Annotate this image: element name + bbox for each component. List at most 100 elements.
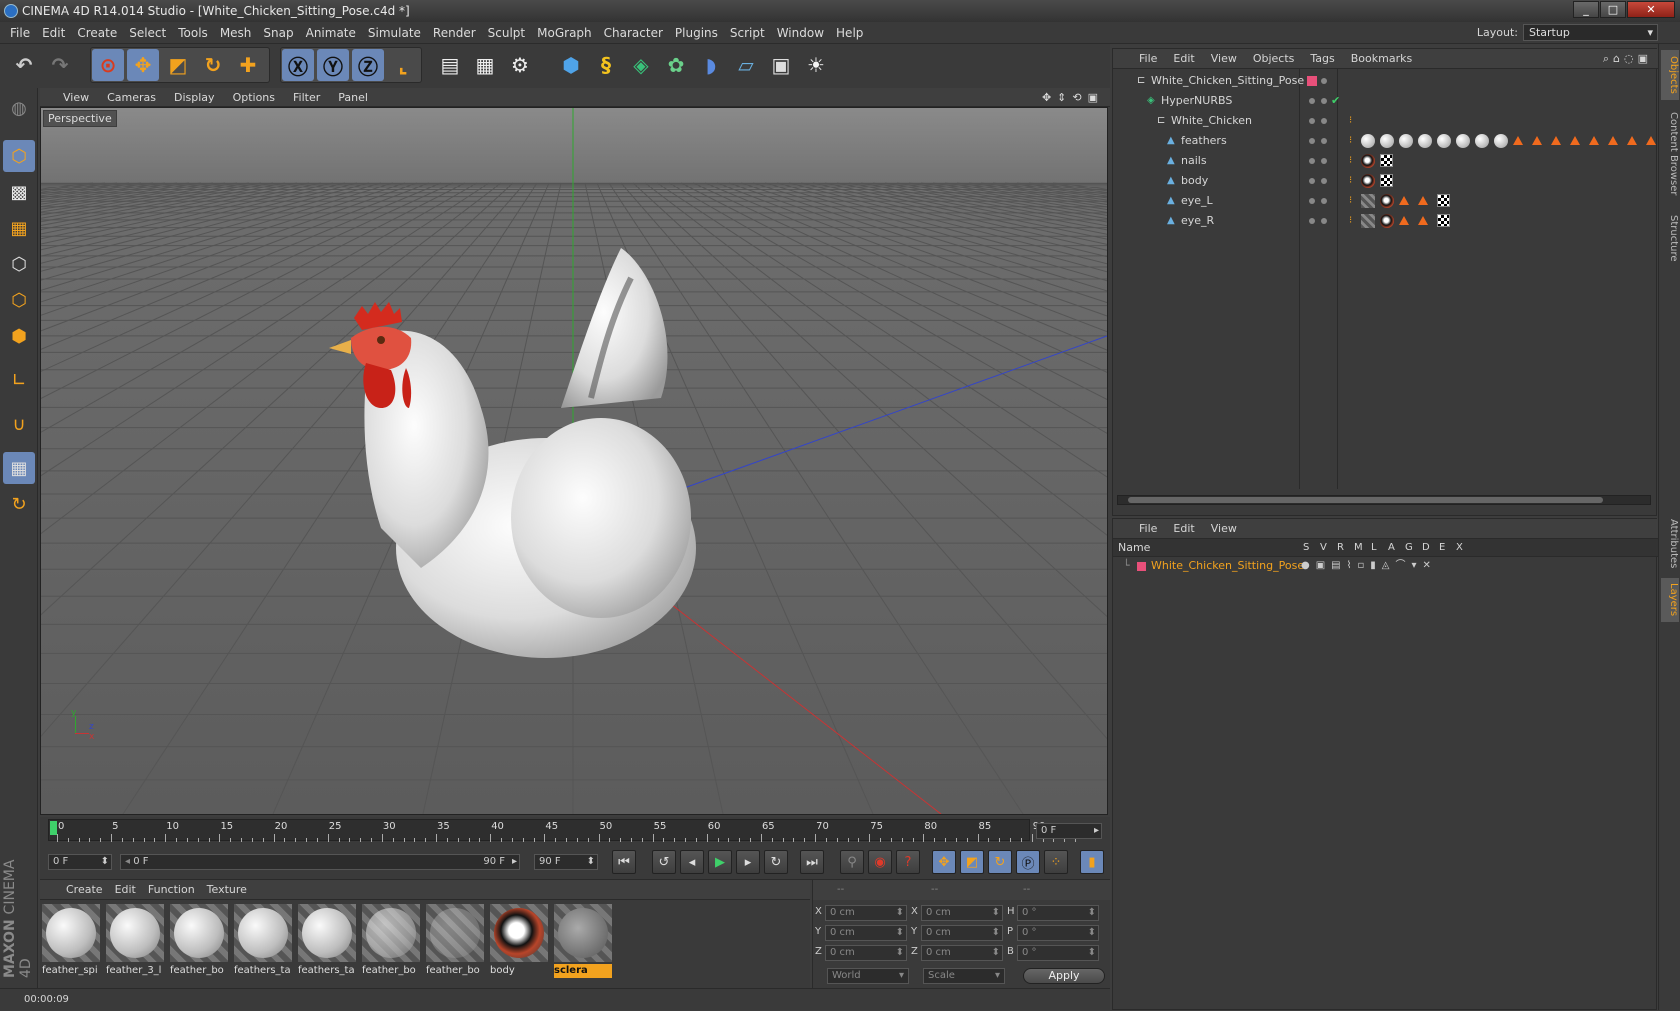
previous-key-icon[interactable]: ↺ [652, 850, 676, 874]
cube-primitive-icon[interactable]: ⬢ [555, 49, 587, 81]
layer-name[interactable]: White_Chicken_Sitting_Pose [1151, 557, 1304, 575]
material-tag-icon[interactable] [1361, 194, 1375, 208]
previous-frame-icon[interactable]: ◂ [680, 850, 704, 874]
object-name[interactable]: eye_L [1181, 191, 1213, 211]
redo-icon[interactable]: ↷ [44, 49, 76, 81]
layer-menu-file[interactable]: File [1131, 519, 1165, 539]
object-name[interactable]: nails [1181, 151, 1207, 171]
material-swatch[interactable]: feather_bo [170, 904, 228, 978]
menu-mesh[interactable]: Mesh [214, 22, 258, 44]
axis-mode-icon[interactable]: ∟ [3, 364, 35, 396]
y-axis-icon[interactable]: Ⓨ [317, 49, 349, 81]
menu-sculpt[interactable]: Sculpt [482, 22, 531, 44]
vp-menu-display[interactable]: Display [165, 88, 224, 107]
keyframe-selection-icon[interactable]: ? [896, 850, 920, 874]
menu-tools[interactable]: Tools [172, 22, 214, 44]
scale-icon[interactable]: ◩ [162, 49, 194, 81]
make-editable-icon[interactable]: ◍ [3, 92, 35, 124]
stepper-icon[interactable]: ⬍ [992, 946, 1000, 960]
object-row[interactable]: ◈ HyperNURBS ✔ [1113, 91, 1658, 111]
material-tag-icon[interactable] [1380, 134, 1394, 148]
edges-mode-icon[interactable]: ⬡ [3, 284, 35, 316]
layout-select[interactable]: Startup ▾ [1523, 24, 1658, 41]
workplane-icon[interactable]: ▦ [3, 212, 35, 244]
layer-menu-edit[interactable]: Edit [1165, 519, 1202, 539]
vp-menu-cameras[interactable]: Cameras [98, 88, 165, 107]
key-pla-icon[interactable]: ⁘ [1044, 850, 1068, 874]
object-name[interactable]: eye_R [1181, 211, 1214, 231]
array-icon[interactable]: ✿ [660, 49, 692, 81]
object-name[interactable]: feathers [1181, 131, 1227, 151]
visibility-dot[interactable] [1309, 178, 1315, 184]
menu-simulate[interactable]: Simulate [362, 22, 427, 44]
obj-menu-bookmarks[interactable]: Bookmarks [1343, 49, 1420, 69]
layer-row[interactable]: └ White_Chicken_Sitting_Pose ●▣▤⌇▫▮◬⌒▾✕ [1113, 557, 1658, 575]
workplane-lock-icon[interactable]: ▦ [3, 452, 35, 484]
playhead-marker[interactable] [50, 821, 57, 835]
points-mode-icon[interactable]: ⬡ [3, 248, 35, 280]
stepper-icon[interactable]: ⬍ [896, 926, 904, 940]
go-to-end-icon[interactable]: ⏭ [800, 850, 824, 874]
object-row[interactable]: ▲ eye_R ⁝ [1113, 211, 1658, 231]
key-scale-icon[interactable]: ◩ [960, 850, 984, 874]
visibility-dot[interactable] [1309, 118, 1315, 124]
stepper-icon[interactable]: ⬍ [1088, 946, 1096, 960]
layer-menu-view[interactable]: View [1203, 519, 1245, 539]
obj-menu-view[interactable]: View [1203, 49, 1245, 69]
end-frame-field[interactable]: 90 F ⬍ [534, 854, 598, 870]
material-tag-icon[interactable] [1361, 154, 1375, 168]
search-icon[interactable]: ⌕⌂◌▣ [1603, 49, 1652, 69]
object-row[interactable]: ⊏ White_Chicken ⁝ [1113, 111, 1658, 131]
selection-tag-icon[interactable] [1646, 136, 1656, 145]
visibility-dot[interactable] [1309, 198, 1315, 204]
coord-mode-select[interactable]: Scale ▾ [923, 968, 1005, 984]
visibility-dot[interactable] [1321, 78, 1327, 84]
mat-menu-texture[interactable]: Texture [201, 880, 253, 900]
timeline-window-icon[interactable]: ▮ [1080, 850, 1104, 874]
tab-layers[interactable]: Layers [1661, 578, 1679, 622]
selection-tag-icon[interactable] [1513, 136, 1523, 145]
z-axis-icon[interactable]: Ⓩ [352, 49, 384, 81]
vp-menu-filter[interactable]: Filter [284, 88, 329, 107]
phong-tag-icon[interactable]: ⁝ [1349, 111, 1352, 131]
selection-tag-icon[interactable] [1608, 136, 1618, 145]
material-swatch[interactable]: feather_bo [362, 904, 420, 978]
selection-tag-icon[interactable] [1418, 196, 1428, 205]
enabled-check-icon[interactable]: ✔ [1331, 91, 1340, 111]
layer-color-swatch[interactable] [1137, 562, 1146, 571]
object-row[interactable]: ▲ body ⁝ [1113, 171, 1658, 191]
rotate-icon[interactable]: ↻ [197, 49, 229, 81]
mat-menu-create[interactable]: Create [60, 880, 109, 900]
polygons-mode-icon[interactable]: ⬢ [3, 320, 35, 352]
object-row[interactable]: ▲ feathers ⁝ [1113, 131, 1675, 151]
x-axis-icon[interactable]: Ⓧ [282, 49, 314, 81]
layer-color-swatch[interactable] [1307, 76, 1317, 86]
layer-column-header[interactable]: S [1303, 539, 1309, 557]
selection-tag-icon[interactable] [1532, 136, 1542, 145]
layer-column-header[interactable]: V [1320, 539, 1327, 557]
phong-tag-icon[interactable]: ⁝ [1349, 211, 1352, 231]
tab-content-browser[interactable]: Content Browser [1661, 104, 1679, 204]
material-tag-icon[interactable] [1494, 134, 1508, 148]
coord-value-field[interactable]: 0 ° ⬍ [1017, 925, 1099, 941]
obj-menu-tags[interactable]: Tags [1302, 49, 1342, 69]
stepper-icon[interactable]: ⬍ [1088, 906, 1096, 920]
object-row[interactable]: ▲ eye_L ⁝ [1113, 191, 1658, 211]
frame-range-slider[interactable]: ◂ 0 F 90 F ▸ [120, 854, 520, 870]
tab-objects[interactable]: Objects [1661, 50, 1679, 100]
material-swatch[interactable]: feathers_ta [234, 904, 292, 978]
material-tag-icon[interactable] [1437, 134, 1451, 148]
material-tag-icon[interactable] [1399, 134, 1413, 148]
selection-tag-icon[interactable] [1418, 216, 1428, 225]
visibility-dot[interactable] [1321, 98, 1327, 104]
layer-column-header[interactable]: X [1456, 539, 1463, 557]
coord-value-field[interactable]: 0 cm ⬍ [921, 905, 1003, 921]
menu-window[interactable]: Window [771, 22, 830, 44]
phong-tag-icon[interactable]: ⁝ [1349, 131, 1352, 151]
phong-tag-icon[interactable]: ⁝ [1349, 151, 1352, 171]
material-swatch-selected[interactable]: sclera [554, 904, 612, 978]
light-icon[interactable]: ☀ [800, 49, 832, 81]
material-swatch[interactable]: feather_spi [42, 904, 100, 978]
selection-tag-icon[interactable] [1399, 196, 1409, 205]
object-name[interactable]: White_Chicken_Sitting_Pose [1151, 71, 1304, 91]
